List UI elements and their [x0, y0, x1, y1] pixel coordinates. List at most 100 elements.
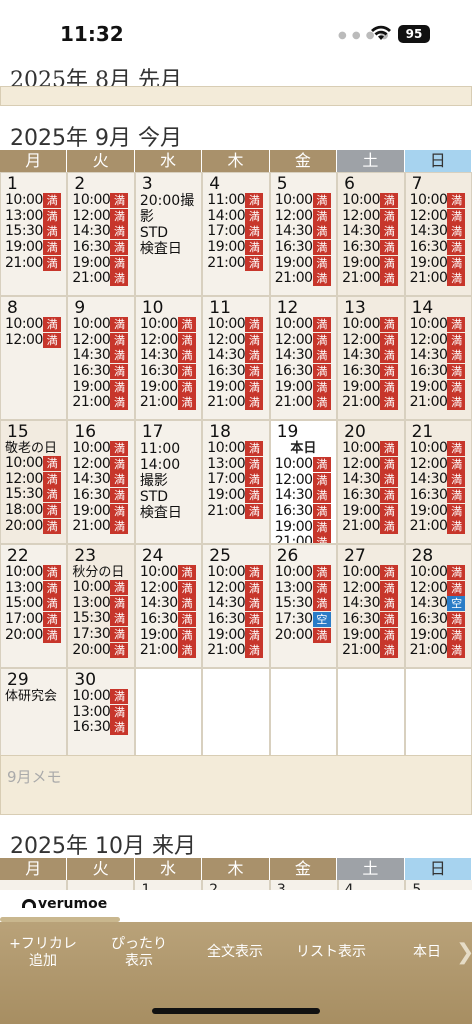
fit-view-button[interactable]: ぴったり 表示 — [100, 936, 178, 970]
time-slot[interactable]: 12:00 満 — [68, 332, 133, 349]
time-slot[interactable]: 19:00 満 — [338, 627, 403, 643]
time-slot[interactable]: 20:00 満 — [1, 518, 66, 534]
time-slot[interactable]: 10:00 満 — [406, 193, 471, 209]
time-slot[interactable]: 19:00 満 — [406, 379, 471, 395]
time-slot[interactable]: 19:00 満 — [68, 379, 133, 395]
time-slot[interactable]: 20:00 満 — [271, 627, 336, 643]
time-slot[interactable]: 16:30 満 — [338, 240, 403, 256]
time-slot[interactable]: 10:00 満 — [68, 689, 133, 705]
time-slot[interactable]: 13:00 満 — [1, 208, 66, 225]
time-slot[interactable]: 10:00 満 — [406, 565, 471, 581]
time-slot[interactable]: 19:00 満 — [338, 503, 403, 519]
day-cell[interactable]: 4 — [338, 880, 405, 890]
today-button[interactable]: 本日 — [400, 944, 454, 961]
day-cell[interactable]: 15 敬老の日 10:00 満 12:00 満 15:30 満 18:00 満 20:00 満 — [1, 421, 67, 543]
time-slot[interactable]: 19:00 満 — [406, 503, 471, 519]
time-slot[interactable]: 14:30 満 — [338, 348, 403, 364]
time-slot[interactable]: 12:00 満 — [406, 580, 471, 597]
time-slot[interactable]: 16:30 満 — [203, 612, 268, 628]
time-slot[interactable]: 14:30 満 — [271, 224, 336, 240]
time-slot[interactable]: 15:30 満 — [271, 596, 336, 612]
time-slot[interactable]: 16:30 満 — [68, 240, 133, 256]
day-cell[interactable]: 8 10:00 満 12:00 満 — [1, 297, 67, 419]
time-slot[interactable]: 10:00 満 — [68, 441, 133, 457]
time-slot[interactable]: 14:30 満 — [136, 348, 201, 364]
day-cell[interactable]: 1 10:00 満 13:00 満 15:30 満 19:00 満 21:00 満 — [1, 173, 67, 295]
time-slot[interactable]: 12:00 満 — [136, 580, 201, 597]
time-slot[interactable]: 19:00 満 — [203, 627, 268, 643]
time-slot[interactable]: 12:00 満 — [338, 332, 403, 349]
day-cell[interactable]: 1 — [135, 880, 202, 890]
day-cell[interactable] — [0, 880, 66, 890]
time-slot[interactable]: 21:00 満 — [68, 519, 133, 535]
time-slot[interactable]: 12:00 満 — [406, 208, 471, 225]
time-slot[interactable]: 15:30 満 — [1, 487, 66, 503]
time-slot[interactable]: 14:30 満 — [406, 472, 471, 488]
time-slot[interactable]: 12:00 満 — [203, 332, 268, 349]
day-cell[interactable]: 23 秋分の日 10:00 満 13:00 満 15:30 満 17:30 満 20:00 満 — [68, 545, 134, 667]
time-slot[interactable]: 16:30 満 — [68, 488, 133, 504]
time-slot[interactable]: 12:00 満 — [1, 332, 66, 349]
time-slot[interactable]: 17:00 満 — [1, 612, 66, 628]
time-slot[interactable]: 10:00 満 — [203, 317, 268, 333]
time-slot[interactable]: 19:00 満 — [68, 503, 133, 519]
time-slot[interactable]: 21:00 満 — [271, 535, 336, 543]
time-slot[interactable]: 14:30 満 — [271, 488, 336, 504]
time-slot[interactable]: 16:30 満 — [406, 612, 471, 628]
time-slot[interactable]: 10:00 満 — [406, 441, 471, 457]
time-slot[interactable]: 12:00 満 — [338, 208, 403, 225]
time-slot[interactable]: 10:00 満 — [203, 441, 268, 457]
time-slot[interactable]: 10:00 満 — [406, 317, 471, 333]
day-cell[interactable]: 25 10:00 満 12:00 満 14:30 満 16:30 満 19:00 満 21:00 満 — [203, 545, 269, 667]
time-slot[interactable]: 10:00 満 — [1, 456, 66, 472]
day-cell[interactable]: 5 10:00 満 12:00 満 14:30 満 16:30 満 19:00 満 21:00 満 — [270, 173, 337, 295]
time-slot[interactable]: 10:00 満 — [271, 457, 336, 473]
time-slot[interactable]: 21:00 満 — [406, 395, 471, 411]
day-cell[interactable]: 4 11:00 満 14:00 満 17:00 満 19:00 満 21:00 満 — [203, 173, 269, 295]
time-slot[interactable]: 16:30 満 — [338, 488, 403, 504]
time-slot[interactable]: 10:00 満 — [1, 565, 66, 581]
time-slot[interactable]: 15:30 満 — [1, 224, 66, 240]
time-slot[interactable]: 21:00 満 — [338, 519, 403, 535]
time-slot[interactable]: 12:00 満 — [1, 471, 66, 488]
time-slot[interactable]: 21:00 満 — [136, 395, 201, 411]
time-slot[interactable]: 16:30 満 — [338, 364, 403, 380]
add-calendar-button[interactable]: +フリカレ 追加 — [4, 936, 82, 970]
time-slot[interactable]: 10:00 満 — [271, 193, 336, 209]
time-slot[interactable]: 15:00 満 — [1, 596, 66, 612]
time-slot[interactable]: 13:00 満 — [68, 595, 133, 612]
time-slot[interactable]: 21:00 満 — [406, 519, 471, 535]
time-slot[interactable]: 10:00 満 — [271, 317, 336, 333]
day-cell[interactable]: 28 10:00 満 12:00 満 14:30 空 16:30 満 19:00 満 21:00 満 — [405, 545, 471, 667]
time-slot[interactable]: 16:30 満 — [338, 612, 403, 628]
time-slot[interactable]: 14:30 満 — [406, 348, 471, 364]
time-slot[interactable]: 18:00 満 — [1, 503, 66, 519]
time-slot[interactable]: 12:00 満 — [338, 580, 403, 597]
day-cell[interactable]: 21 10:00 満 12:00 満 14:30 満 16:30 満 19:00 満 21:00 満 — [405, 421, 471, 543]
day-cell[interactable]: 13 10:00 満 12:00 満 14:30 満 16:30 満 19:00 満 21:00 満 — [338, 297, 404, 419]
time-slot[interactable]: 19:00 満 — [338, 379, 403, 395]
prev-month-memo[interactable] — [0, 86, 472, 106]
time-slot[interactable]: 12:00 満 — [406, 332, 471, 349]
day-cell[interactable]: 2 — [203, 880, 269, 890]
time-slot[interactable]: 16:30 満 — [406, 488, 471, 504]
time-slot[interactable]: 20:00 満 — [1, 627, 66, 643]
time-slot[interactable]: 10:00 満 — [271, 565, 336, 581]
time-slot[interactable]: 10:00 満 — [68, 193, 133, 209]
time-slot[interactable]: 17:00 満 — [203, 472, 268, 488]
time-slot[interactable]: 19:00 満 — [136, 627, 201, 643]
day-cell[interactable]: 20 10:00 満 12:00 満 14:30 満 16:30 満 19:00 満 21:00 満 — [338, 421, 404, 543]
time-slot[interactable]: 10:00 満 — [338, 441, 403, 457]
time-slot[interactable]: 16:30 満 — [271, 240, 336, 256]
time-slot[interactable]: 10:00 満 — [68, 580, 133, 596]
time-slot[interactable]: 21:00 満 — [68, 395, 133, 411]
time-slot[interactable]: 19:00 満 — [406, 255, 471, 271]
time-slot[interactable]: 14:30 空 — [406, 596, 471, 612]
time-slot[interactable]: 21:00 満 — [338, 271, 403, 287]
time-slot[interactable]: 14:30 満 — [338, 224, 403, 240]
time-slot[interactable]: 12:00 満 — [68, 208, 133, 225]
ad-bar[interactable]: verumoe — [0, 890, 472, 922]
day-cell[interactable]: 2 10:00 満 12:00 満 14:30 満 16:30 満 19:00 満 21:00 満 — [68, 173, 134, 295]
day-cell[interactable]: 16 10:00 満 12:00 満 14:30 満 16:30 満 19:00 満 21:00 満 — [68, 421, 134, 543]
time-slot[interactable]: 20:00 満 — [68, 642, 133, 658]
